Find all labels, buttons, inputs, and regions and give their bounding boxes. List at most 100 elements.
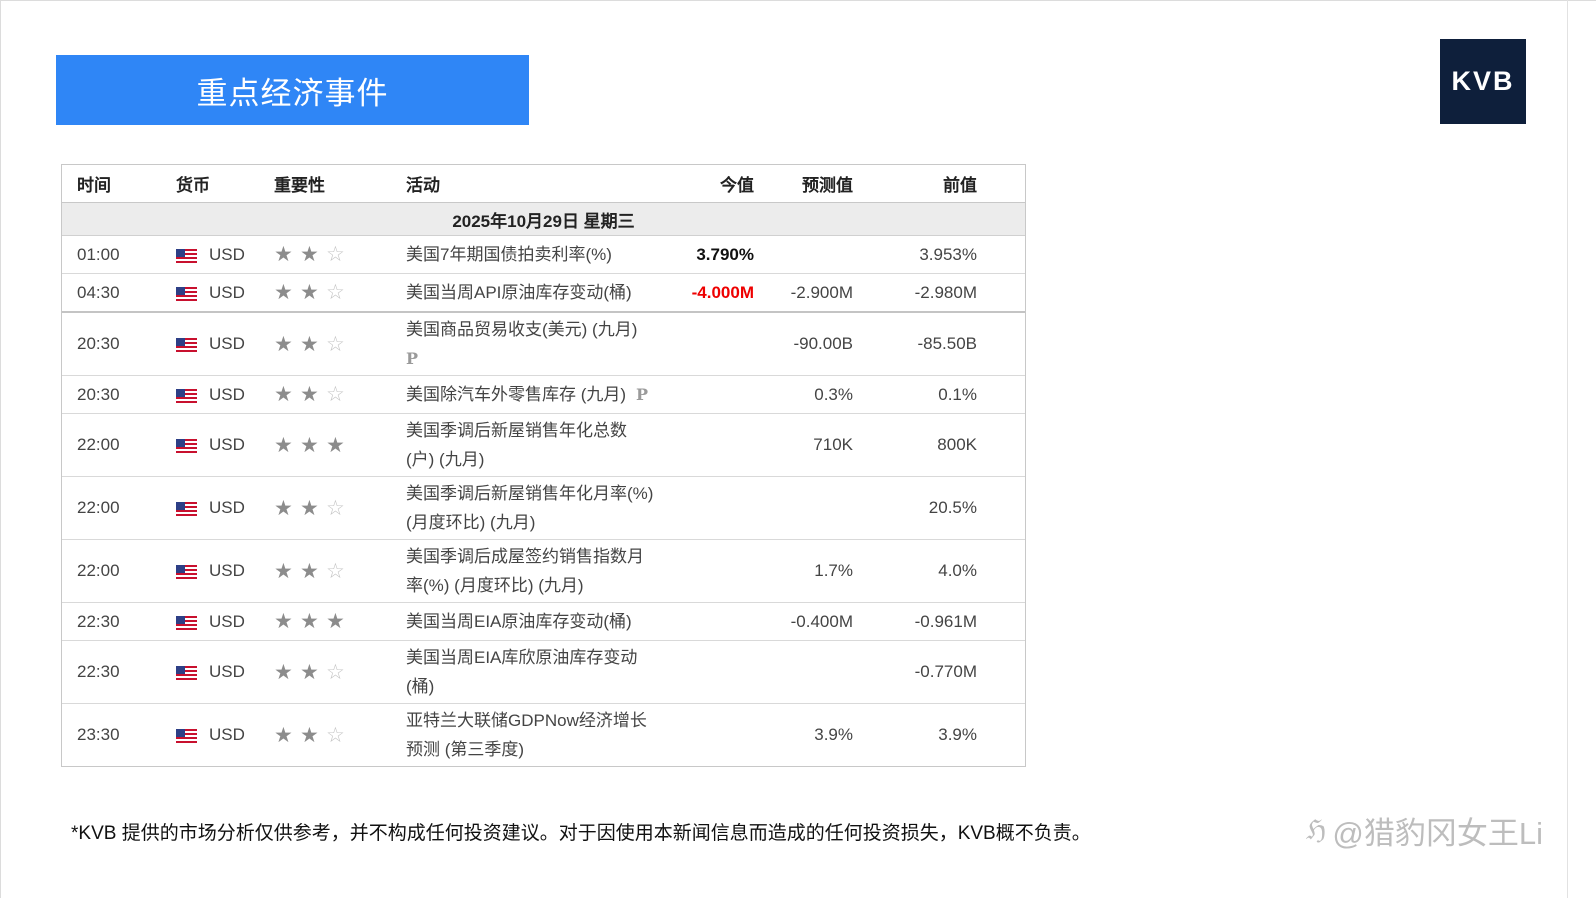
us-flag-icon [176,615,197,630]
event-name: 美国当周EIA原油库存变动(桶) [406,612,632,631]
event-time: 22:00 [77,435,120,454]
currency-cell: USD [176,561,274,581]
watermark-text: @猎豹冈女王Li [1332,816,1543,851]
kvb-logo: KVB [1440,39,1526,124]
event-cell: 亚特兰大联储GDPNow经济增长 预测 (第三季度) [406,706,681,764]
table-row: 20:30 USD ★ ★ ☆ 美国除汽车外零售库存 (九月) P 0.3% 0.1% [62,376,1025,414]
previous-value: 3.9% [938,725,977,744]
event-time: 20:30 [77,384,120,404]
event-name-line1: 美国季调后成屋签约销售指数月 [406,547,644,566]
forecast-value: 0.3% [814,384,853,404]
event-name-line2: 预测 (第三季度) [406,740,525,759]
us-flag-icon [176,438,197,453]
us-flag-icon [176,728,197,743]
star-empty-icon: ☆ [326,243,345,266]
previous-value: 4.0% [938,561,977,580]
date-group-header: 2025年10月29日 星期三 [62,203,1025,236]
currency-code: USD [209,435,245,454]
event-name-line1: 美国季调后新屋销售年化总数 [406,421,627,440]
previous-value: -85.50B [917,334,977,353]
importance-stars: ★ ★ ☆ [274,662,406,683]
us-flag-icon [176,388,197,403]
us-flag-icon [176,286,197,301]
currency-code: USD [209,611,245,631]
event-cell: 美国当周EIA原油库存变动(桶) [406,607,681,636]
event-time: 23:30 [77,725,120,744]
forecast-value: 710K [813,435,853,454]
star-filled-icon: ★ [274,243,293,266]
table-row: 04:30 USD ★ ★ ☆ 美国当周API原油库存变动(桶) -4.000M -2.900… [62,274,1025,313]
event-cell: 美国7年期国债拍卖利率(%) [406,240,681,269]
currency-cell: USD [176,435,274,455]
us-flag-icon [176,337,197,352]
us-flag-icon [176,248,197,263]
previous-value: 800K [937,435,977,454]
star-empty-icon: ☆ [326,559,345,583]
currency-code: USD [209,662,245,681]
star-filled-icon: ★ [300,281,319,304]
star-filled-icon: ★ [274,660,293,684]
economic-calendar-table: 时间 货币 重要性 活动 今值 预测值 前值 2025年10月29日 星期三 0… [61,164,1026,767]
table-row: 22:00 USD ★ ★ ☆ 美国季调后新屋销售年化月率(%) (月度环比) (九月) 20… [62,477,1025,540]
star-filled-icon: ★ [300,610,319,633]
event-cell: 美国季调后成屋签约销售指数月 率(%) (月度环比) (九月) [406,542,681,600]
title-banner: 重点经济事件 [56,55,529,125]
previous-value: 20.5% [928,498,977,517]
watermark-logo-icon: ℌ [1306,815,1327,845]
event-cell: 美国季调后新屋销售年化月率(%) (月度环比) (九月) [406,479,681,537]
forecast-value: -90.00B [793,334,853,353]
event-name: 美国7年期国债拍卖利率(%) [406,245,612,264]
star-filled-icon: ★ [300,660,319,684]
star-empty-icon: ☆ [326,660,345,684]
star-filled-icon: ★ [300,723,319,747]
event-name-line2: (月度环比) (九月) [406,513,536,532]
table-row: 22:30 USD ★ ★ ★ 美国当周EIA原油库存变动(桶) -0.400M -0.961… [62,603,1025,641]
currency-cell: USD [176,245,274,265]
importance-stars: ★ ★ ☆ [274,334,406,355]
currency-cell: USD [176,612,274,632]
event-cell: 美国当周API原油库存变动(桶) [406,278,681,307]
importance-stars: ★ ★ ★ [274,435,406,456]
us-flag-icon [176,501,197,516]
importance-stars: ★ ★ ☆ [274,725,406,746]
event-name: 美国商品贸易收支(美元) (九月) [406,320,638,339]
star-filled-icon: ★ [300,433,319,457]
table-header: 时间 货币 重要性 活动 今值 预测值 前值 [62,165,1025,203]
event-time: 22:00 [77,561,120,580]
importance-stars: ★ ★ ☆ [274,498,406,519]
star-filled-icon: ★ [274,610,293,633]
event-name-line1: 美国当周EIA库欣原油库存变动 [406,648,638,667]
currency-cell: USD [176,662,274,682]
event-cell: 美国季调后新屋销售年化总数 (户) (九月) [406,416,681,474]
importance-stars: ★ ★ ☆ [274,384,406,405]
previous-value: -2.980M [914,282,977,302]
watermark: ℌ @猎豹冈女王Li [1306,808,1543,853]
event-time: 22:30 [77,611,120,631]
star-empty-icon: ☆ [326,281,345,304]
header-forecast: 预测值 [802,176,853,195]
table-row: 01:00 USD ★ ★ ☆ 美国7年期国债拍卖利率(%) 3.790% 3.953% [62,236,1025,274]
event-name-line1: 美国季调后新屋销售年化月率(%) [406,484,654,503]
importance-stars: ★ ★ ★ [274,611,406,632]
forecast-value: -0.400M [790,611,853,631]
star-filled-icon: ★ [326,433,345,457]
event-time: 20:30 [77,334,120,353]
header-importance: 重要性 [274,176,325,195]
frame-right-border [1567,0,1568,898]
event-time: 04:30 [77,282,120,302]
event-name-line2: (桶) [406,677,435,696]
us-flag-icon [176,564,197,579]
star-filled-icon: ★ [300,496,319,520]
header-previous: 前值 [943,176,977,195]
table-row: 20:30 USD ★ ★ ☆ 美国商品贸易收支(美元) (九月) P -90.00B -85.… [62,313,1025,376]
header-time: 时间 [77,176,111,195]
star-empty-icon: ☆ [326,496,345,520]
event-name-line1: 亚特兰大联储GDPNow经济增长 [406,711,647,730]
us-flag-icon [176,665,197,680]
previous-value: -0.961M [914,611,977,631]
importance-stars: ★ ★ ☆ [274,282,406,303]
preliminary-mark: P [406,349,419,368]
star-empty-icon: ☆ [326,332,345,356]
star-empty-icon: ☆ [326,383,345,406]
table-row: 22:30 USD ★ ★ ☆ 美国当周EIA库欣原油库存变动 (桶) -0.770M [62,641,1025,704]
